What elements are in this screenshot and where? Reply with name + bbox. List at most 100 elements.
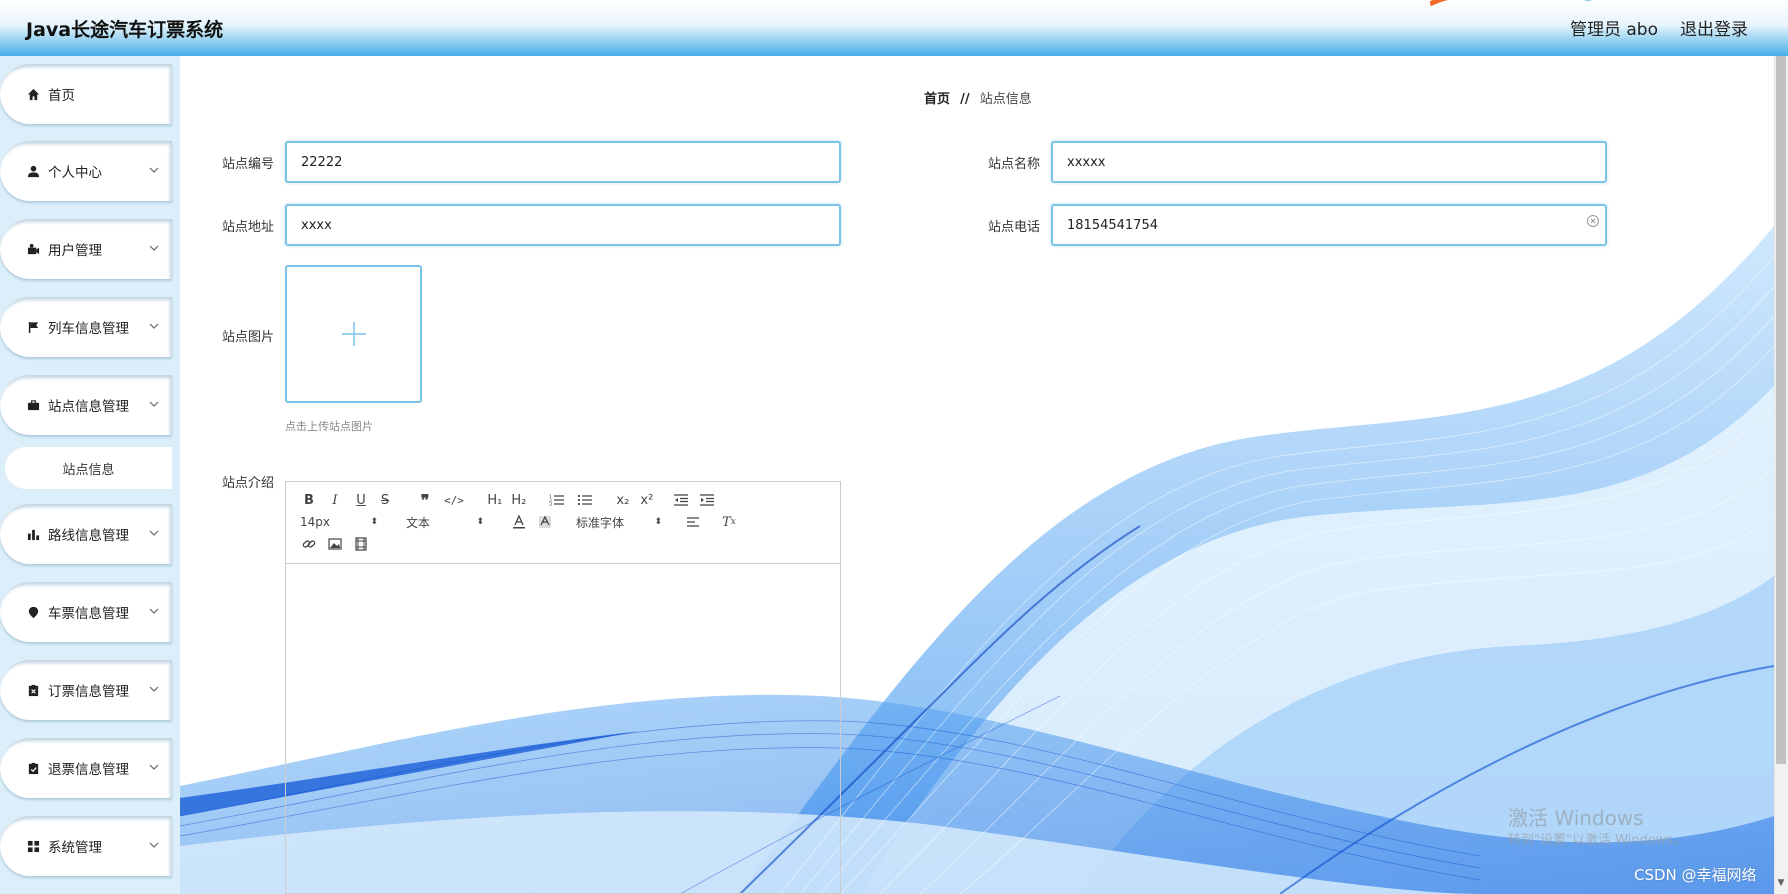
outdent-icon[interactable] xyxy=(672,490,690,510)
sidebar-item-label: 车票信息管理 xyxy=(48,606,129,622)
heading-1-icon[interactable]: H₁ xyxy=(486,490,504,510)
clear-input-icon[interactable] xyxy=(1586,214,1600,228)
sidebar-item-label: 系统管理 xyxy=(48,840,102,856)
font-family-select[interactable]: 标准字体 ⬍ xyxy=(576,514,662,531)
station-address-input[interactable] xyxy=(285,204,841,246)
breadcrumb: 首页 // 站点信息 xyxy=(924,88,1032,107)
editor-content-area[interactable] xyxy=(286,564,840,894)
sidebar-subitem-station-info[interactable]: 站点信息 xyxy=(5,447,172,489)
station-name-label: 站点名称 xyxy=(987,157,1040,172)
font-size-value: 14px xyxy=(300,515,330,529)
sidebar-item-train-info[interactable]: 列车信息管理 xyxy=(0,297,172,357)
scroll-down-arrow[interactable]: ▼ xyxy=(1776,878,1786,888)
station-phone-input[interactable] xyxy=(1051,204,1607,246)
current-user-label[interactable]: 管理员 abo xyxy=(1570,15,1658,40)
top-header: Java长途汽车订票系统 管理员 abo 退出登录 xyxy=(0,0,1788,56)
superscript-icon[interactable]: x² xyxy=(638,490,656,510)
logout-button[interactable]: 退出登录 xyxy=(1680,15,1748,40)
station-image-label: 站点图片 xyxy=(221,330,274,345)
sidebar-item-label: 用户管理 xyxy=(48,243,102,259)
station-intro-label: 站点介绍 xyxy=(221,476,274,491)
sidebar-item-label: 个人中心 xyxy=(48,165,102,181)
windows-activation-hint: 转到"设置"以激活 Windows。 xyxy=(1508,833,1687,848)
sidebar-item-route-info[interactable]: 路线信息管理 xyxy=(0,504,172,564)
chevron-down-icon xyxy=(149,842,159,848)
video-icon[interactable] xyxy=(352,534,370,554)
chevron-down-icon xyxy=(149,764,159,770)
plus-icon xyxy=(341,322,366,346)
rich-text-editor: B I U S ❞ </> H₁ H₂ 123 x₂ x² 14px ⬍ 文本 … xyxy=(285,481,841,894)
chevron-down-icon xyxy=(149,608,159,614)
station-code-input[interactable] xyxy=(285,141,841,183)
breadcrumb-current: 站点信息 xyxy=(979,92,1032,107)
code-block-icon[interactable]: </> xyxy=(444,490,464,510)
sidebar-item-label: 首页 xyxy=(48,88,75,104)
background-color-icon[interactable] xyxy=(536,512,554,532)
chevron-down-icon xyxy=(149,686,159,692)
sidebar-item-refund-info[interactable]: 退票信息管理 xyxy=(0,738,172,798)
flag-icon xyxy=(26,320,40,334)
subscript-icon[interactable]: x₂ xyxy=(614,490,632,510)
link-icon[interactable] xyxy=(300,534,318,554)
blockquote-icon[interactable]: ❞ xyxy=(416,490,434,510)
briefcase-icon xyxy=(26,398,40,412)
sidebar-item-ticket-info[interactable]: 车票信息管理 xyxy=(0,582,172,642)
sidebar-subitem-label: 站点信息 xyxy=(62,462,115,478)
sidebar-item-home[interactable]: 首页 xyxy=(0,64,172,124)
clear-format-icon[interactable]: Tx xyxy=(720,512,738,532)
sidebar-item-station-info[interactable]: 站点信息管理 xyxy=(0,375,172,435)
select-arrows-icon: ⬍ xyxy=(476,517,484,527)
station-name-input[interactable] xyxy=(1051,141,1607,183)
italic-icon[interactable]: I xyxy=(326,490,344,510)
select-arrows-icon: ⬍ xyxy=(370,517,378,527)
sidebar-item-booking-info[interactable]: 订票信息管理 xyxy=(0,660,172,720)
select-arrows-icon: ⬍ xyxy=(654,517,662,527)
map-pin-icon xyxy=(26,605,40,619)
station-phone-label: 站点电话 xyxy=(987,220,1040,235)
chevron-down-icon xyxy=(149,245,159,251)
bar-chart-icon xyxy=(26,527,40,541)
heading-2-icon[interactable]: H₂ xyxy=(510,490,528,510)
sidebar-item-label: 路线信息管理 xyxy=(48,528,129,544)
indent-icon[interactable] xyxy=(698,490,716,510)
align-icon[interactable] xyxy=(684,512,702,532)
scrollbar-thumb[interactable] xyxy=(1776,56,1786,764)
image-upload-button[interactable] xyxy=(285,265,422,403)
breadcrumb-home[interactable]: 首页 xyxy=(924,92,950,107)
app-title: Java长途汽车订票系统 xyxy=(26,19,224,41)
grid-icon xyxy=(26,839,40,853)
chevron-down-icon xyxy=(149,401,159,407)
chevron-down-icon xyxy=(149,323,159,329)
user-icon xyxy=(26,164,40,178)
underline-icon[interactable]: U xyxy=(352,490,370,510)
sidebar-item-user-management[interactable]: 用户管理 xyxy=(0,219,172,279)
clipboard-check-icon xyxy=(26,761,40,775)
upload-tip: 点击上传站点图片 xyxy=(285,420,373,433)
ordered-list-icon[interactable]: 123 xyxy=(548,490,566,510)
bullet-list-icon[interactable] xyxy=(576,490,594,510)
clipboard-icon xyxy=(26,683,40,697)
sidebar: 首页 个人中心 用户管理 列车信息管理 站点信息管理 站点信息 路线信息管理 车… xyxy=(0,56,180,894)
font-color-icon[interactable] xyxy=(510,512,528,532)
station-code-label: 站点编号 xyxy=(221,157,274,172)
header-decoration xyxy=(1430,0,1596,6)
sidebar-item-label: 站点信息管理 xyxy=(48,399,129,415)
home-icon xyxy=(26,87,40,101)
header-user-area: 管理员 abo 退出登录 xyxy=(1570,15,1748,40)
sidebar-item-label: 列车信息管理 xyxy=(48,321,129,337)
chevron-down-icon xyxy=(149,167,159,173)
bold-icon[interactable]: B xyxy=(300,490,318,510)
heading-value: 文本 xyxy=(406,515,431,530)
windows-activation-title: 激活 Windows xyxy=(1508,806,1644,830)
font-size-select[interactable]: 14px ⬍ xyxy=(300,515,378,529)
sidebar-item-personal-center[interactable]: 个人中心 xyxy=(0,141,172,201)
user-manage-icon xyxy=(26,242,40,256)
image-icon[interactable] xyxy=(326,534,344,554)
strikethrough-icon[interactable]: S xyxy=(376,490,394,510)
font-family-value: 标准字体 xyxy=(576,515,625,530)
csdn-watermark: CSDN @幸福网络 xyxy=(1634,866,1757,884)
sidebar-item-label: 退票信息管理 xyxy=(48,762,129,778)
heading-select[interactable]: 文本 ⬍ xyxy=(406,514,484,531)
sidebar-item-system-management[interactable]: 系统管理 xyxy=(0,816,172,876)
svg-text:3: 3 xyxy=(549,502,552,507)
